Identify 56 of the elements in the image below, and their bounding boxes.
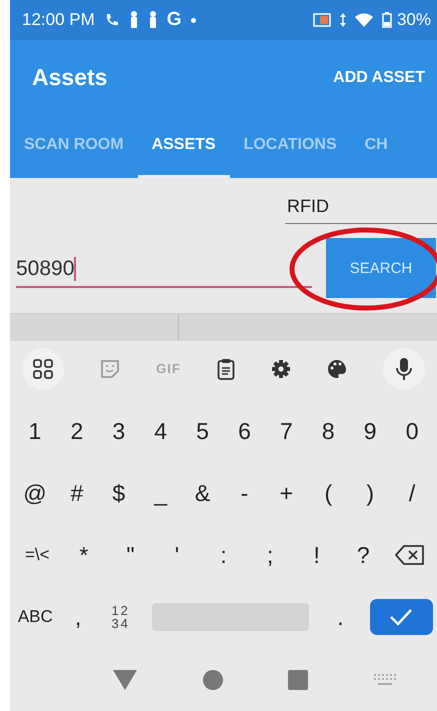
keyboard-key[interactable]: 2 bbox=[56, 408, 98, 454]
keyboard-key[interactable]: 9 bbox=[349, 408, 392, 454]
keyboard-key[interactable]: + bbox=[265, 470, 308, 516]
back-triangle-icon[interactable] bbox=[112, 670, 137, 690]
keyboard-key[interactable]: & bbox=[182, 470, 224, 516]
status-time: 12:00 PM bbox=[22, 10, 95, 30]
keyboard-key[interactable]: 6 bbox=[224, 408, 266, 454]
numpad-key[interactable]: 12 34 bbox=[99, 594, 142, 640]
keyboard-key[interactable]: =\< bbox=[14, 532, 61, 578]
battery-percent: 30% bbox=[396, 10, 431, 30]
keyboard-key[interactable]: 1 bbox=[14, 408, 56, 454]
keyboard-key[interactable]: @ bbox=[14, 470, 56, 516]
keyboard-key[interactable]: ! bbox=[293, 532, 340, 578]
keyboard-key[interactable]: 3 bbox=[98, 408, 140, 454]
keyboard-key[interactable]: 5 bbox=[182, 408, 224, 454]
recents-square-icon[interactable] bbox=[288, 670, 308, 690]
keyboard-key[interactable]: ; bbox=[246, 532, 294, 578]
keyboard-key[interactable]: * bbox=[60, 532, 108, 578]
data-arrows-icon bbox=[340, 13, 346, 27]
keyboard-key[interactable]: ( bbox=[307, 470, 350, 516]
keyboard-key[interactable]: $ bbox=[98, 470, 140, 516]
keyboard-key[interactable]: 8 bbox=[307, 408, 350, 454]
keyboard-key[interactable]: / bbox=[391, 470, 434, 516]
keyboard-key[interactable]: # bbox=[56, 470, 98, 516]
notification-letter: G bbox=[166, 9, 182, 31]
keyboard-key[interactable]: " bbox=[107, 532, 154, 578]
home-circle-icon[interactable] bbox=[202, 670, 223, 690]
enter-key[interactable] bbox=[370, 599, 433, 635]
battery-icon bbox=[382, 12, 392, 28]
keyboard-key[interactable]: , bbox=[56, 594, 100, 640]
search-input-field[interactable]: 50890 bbox=[16, 248, 312, 288]
checkmark-icon bbox=[389, 608, 414, 626]
keyboard-key[interactable]: : bbox=[200, 532, 247, 578]
keyboard-key[interactable]: . bbox=[319, 594, 362, 640]
keyboard-key[interactable]: _ bbox=[140, 470, 182, 516]
apps-grid-icon[interactable] bbox=[22, 348, 64, 390]
microphone-icon[interactable] bbox=[382, 348, 425, 390]
keyboard-key[interactable]: ) bbox=[349, 470, 392, 516]
id-type-dropdown[interactable]: RFID bbox=[285, 194, 437, 224]
wifi-icon bbox=[354, 13, 373, 27]
keyboard-key[interactable]: ? bbox=[340, 532, 386, 578]
keyboard-key[interactable]: 4 bbox=[140, 408, 182, 454]
app-title: Assets bbox=[32, 64, 108, 91]
keyboard-key[interactable]: - bbox=[224, 470, 266, 516]
cast-icon bbox=[312, 12, 331, 28]
palette-icon[interactable] bbox=[326, 358, 347, 378]
sticker-icon[interactable] bbox=[100, 358, 120, 378]
dot-icon bbox=[190, 18, 196, 22]
settings-icon[interactable] bbox=[270, 358, 291, 378]
figure-icon bbox=[128, 11, 139, 29]
keyboard-key[interactable]: ' bbox=[154, 532, 200, 578]
keyboard-key[interactable]: 7 bbox=[265, 408, 308, 454]
figure-icon bbox=[148, 11, 158, 29]
keyboard-key[interactable]: ABC bbox=[14, 594, 57, 640]
clipboard-icon[interactable] bbox=[216, 358, 235, 380]
keyboard-key[interactable]: 0 bbox=[391, 408, 434, 454]
